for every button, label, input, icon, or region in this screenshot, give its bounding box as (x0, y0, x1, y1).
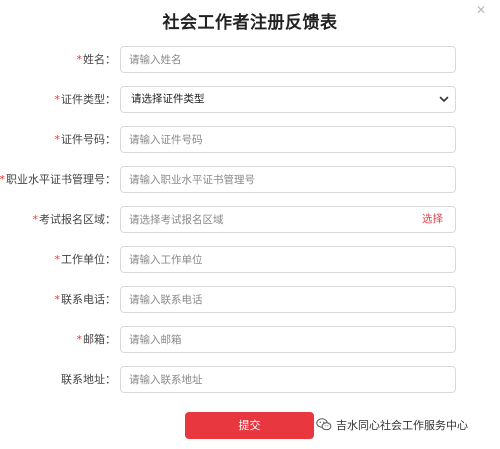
address-label: 联系地址： (61, 366, 116, 393)
phone-label-text: 联系电话： (61, 293, 116, 306)
form-row-email: *邮箱： (0, 326, 500, 353)
phone-label: *联系电话： (55, 286, 117, 313)
exam-region-label-text: 考试报名区域： (39, 213, 116, 226)
exam-region-field: 选择 (120, 206, 456, 233)
name-label: *姓名： (77, 46, 117, 73)
form-row-name: *姓名： (0, 46, 500, 73)
wechat-icon (316, 418, 332, 431)
name-field (120, 46, 456, 73)
id-type-selected-value: 请选择证件类型 (131, 93, 205, 105)
watermark-text: 吉水同心社会工作服务中心 (336, 419, 468, 432)
form-row-phone: *联系电话： (0, 286, 500, 313)
certificate-label-text: 职业水平证书管理号： (6, 173, 116, 186)
email-label-text: 邮箱： (83, 333, 116, 346)
id-number-label-text: 证件号码： (61, 133, 116, 146)
exam-region-input[interactable] (121, 207, 429, 232)
id-number-input[interactable] (121, 127, 429, 152)
phone-field (120, 286, 456, 313)
email-label: *邮箱： (77, 326, 117, 353)
choose-region-link[interactable]: 选择 (422, 207, 443, 232)
name-input[interactable] (121, 47, 429, 72)
email-input[interactable] (121, 327, 429, 352)
certificate-field (120, 166, 456, 193)
submit-button[interactable]: 提交 (185, 412, 314, 439)
certificate-label: *职业水平证书管理号： (0, 166, 116, 193)
required-mark: * (54, 93, 61, 106)
certificate-input[interactable] (121, 167, 429, 192)
employer-label: *工作单位： (55, 246, 117, 273)
required-mark: * (76, 333, 83, 346)
form-row-employer: *工作单位： (0, 246, 500, 273)
address-input[interactable] (121, 367, 429, 392)
address-field (120, 366, 456, 393)
employer-label-text: 工作单位： (61, 253, 116, 266)
id-number-field (120, 126, 456, 153)
form-row-certificate: *职业水平证书管理号： (0, 166, 500, 193)
required-mark: * (54, 293, 61, 306)
employer-input[interactable] (121, 247, 429, 272)
employer-field (120, 246, 456, 273)
phone-input[interactable] (121, 287, 429, 312)
id-type-select[interactable]: 请选择证件类型 (120, 86, 456, 113)
id-number-label: *证件号码： (55, 126, 117, 153)
form-row-id-type: *证件类型： 请选择证件类型 (0, 86, 500, 113)
id-type-label: *证件类型： (55, 86, 117, 113)
id-type-label-text: 证件类型： (61, 93, 116, 106)
exam-region-label: *考试报名区域： (33, 206, 117, 233)
email-field (120, 326, 456, 353)
address-label-text: 联系地址： (61, 373, 116, 386)
required-mark: * (76, 53, 83, 66)
required-mark: * (54, 253, 61, 266)
close-icon[interactable]: ✕ (476, 4, 486, 16)
required-mark: * (54, 133, 61, 146)
required-mark: * (0, 173, 5, 186)
form-title: 社会工作者注册反馈表 (162, 13, 338, 33)
form-row-exam-region: *考试报名区域： 选择 (0, 206, 500, 233)
registration-form-page: 社会工作者注册反馈表 ✕ *姓名： *证件类型： 请选择证件类型 *证件号码： … (0, 0, 500, 449)
name-label-text: 姓名： (83, 53, 116, 66)
required-mark: * (32, 213, 39, 226)
form-row-address: 联系地址： (0, 366, 500, 393)
watermark: 吉水同心社会工作服务中心 (316, 418, 468, 434)
form-row-id-number: *证件号码： (0, 126, 500, 153)
chevron-down-icon (439, 96, 449, 102)
